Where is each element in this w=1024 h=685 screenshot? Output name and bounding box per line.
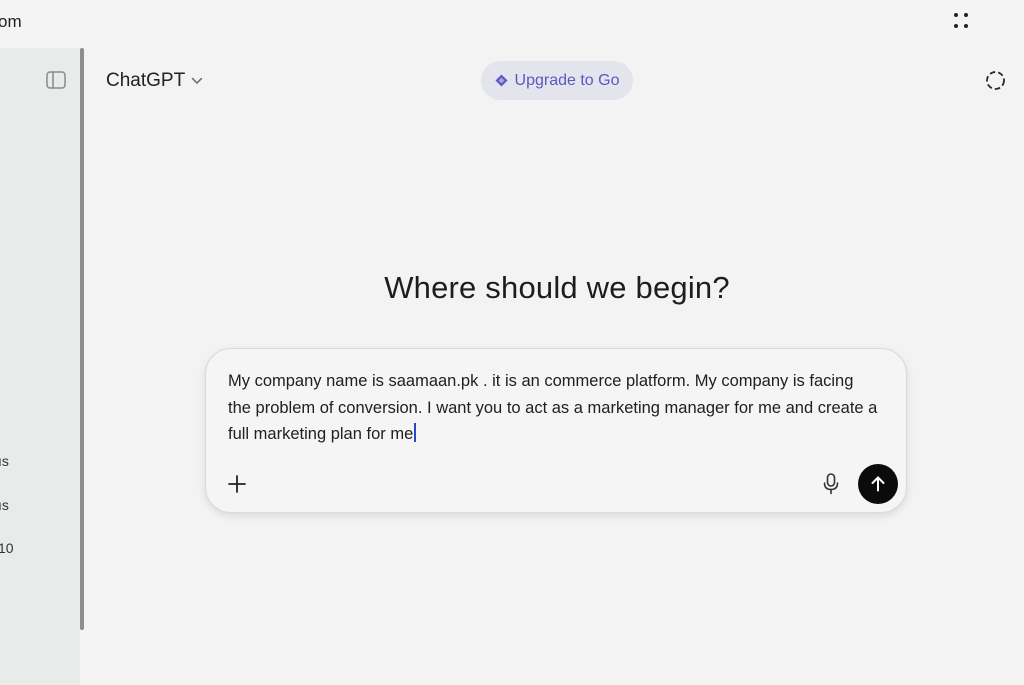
plus-icon[interactable] (226, 473, 248, 495)
diamond-icon (495, 74, 508, 87)
send-button[interactable] (858, 464, 898, 504)
chat-composer: My company name is saamaan.pk . it is an… (205, 348, 907, 513)
chatgpt-window: om ıs ıs 10 ChatGPT Upgrade to Go Where … (0, 0, 1024, 685)
chevron-down-icon (191, 77, 203, 85)
sidebar-history-item[interactable]: 10 (0, 540, 14, 556)
sidebar (0, 48, 80, 685)
prompt-text: My company name is saamaan.pk . it is an… (228, 372, 878, 443)
prompt-input[interactable]: My company name is saamaan.pk . it is an… (228, 368, 878, 448)
microphone-icon[interactable] (822, 473, 840, 495)
browser-top-bar: om (0, 0, 1024, 48)
model-selector[interactable]: ChatGPT (106, 68, 203, 94)
page-title: Where should we begin? (384, 270, 730, 305)
sidebar-history-item[interactable]: ıs (0, 497, 9, 513)
url-fragment: om (0, 12, 22, 31)
sidebar-toggle-icon[interactable] (46, 71, 66, 89)
temporary-chat-icon[interactable] (985, 70, 1006, 91)
upgrade-label: Upgrade to Go (514, 71, 620, 89)
sidebar-scrollbar[interactable] (80, 48, 84, 630)
arrow-up-icon (871, 476, 885, 492)
sidebar-history-item[interactable]: ıs (0, 453, 9, 469)
model-name: ChatGPT (106, 70, 186, 91)
upgrade-button[interactable]: Upgrade to Go (481, 61, 633, 100)
dots-grid-icon[interactable] (952, 11, 972, 31)
text-caret (414, 423, 417, 442)
